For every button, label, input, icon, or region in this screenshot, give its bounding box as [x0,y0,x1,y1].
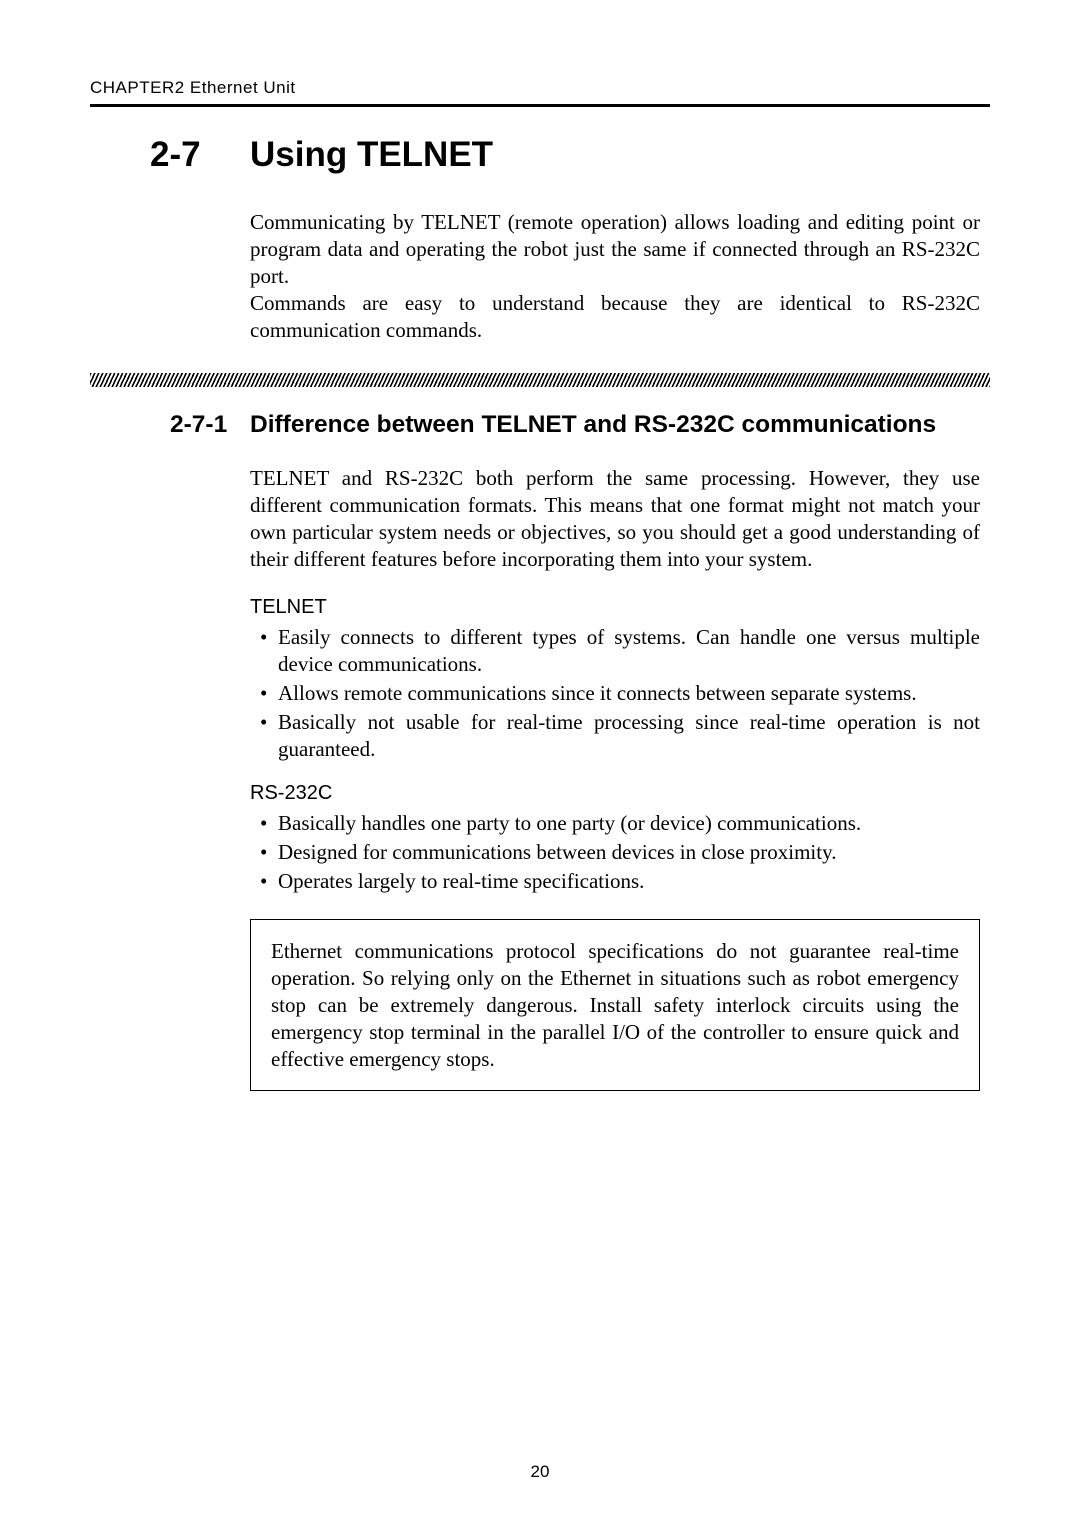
rs232c-list: Basically handles one party to one party… [250,810,980,895]
subsection-title: Difference between TELNET and RS-232C co… [250,411,936,439]
subsection-heading: 2-7-1 Difference between TELNET and RS-2… [170,411,990,439]
intro-paragraph-2: Commands are easy to understand because … [250,290,980,344]
list-item: Basically not usable for real-time proce… [250,709,980,763]
hatched-divider [90,373,990,387]
list-item: Operates largely to real-time specificat… [250,868,980,895]
subsection-paragraph: TELNET and RS-232C both perform the same… [250,465,980,573]
list-item: Allows remote communications since it co… [250,680,980,707]
list-item: Easily connects to different types of sy… [250,624,980,678]
warning-note-box: Ethernet communications protocol specifi… [250,919,980,1091]
rs232c-heading: RS-232C [250,781,980,807]
section-title: Using TELNET [250,135,493,175]
section-number: 2-7 [150,135,250,175]
list-item: Designed for communications between devi… [250,839,980,866]
page: CHAPTER2 Ethernet Unit 2-7 Using TELNET … [0,0,1080,1528]
intro-paragraph-1: Communicating by TELNET (remote operatio… [250,209,980,290]
page-number: 20 [0,1462,1080,1482]
running-header: CHAPTER2 Ethernet Unit [90,78,990,107]
telnet-list: Easily connects to different types of sy… [250,624,980,762]
subsection-body: TELNET and RS-232C both perform the same… [250,465,980,1091]
list-item: Basically handles one party to one party… [250,810,980,837]
telnet-heading: TELNET [250,595,980,621]
section-intro: Communicating by TELNET (remote operatio… [250,209,980,343]
section-heading: 2-7 Using TELNET [150,135,990,175]
subsection-number: 2-7-1 [170,411,250,439]
